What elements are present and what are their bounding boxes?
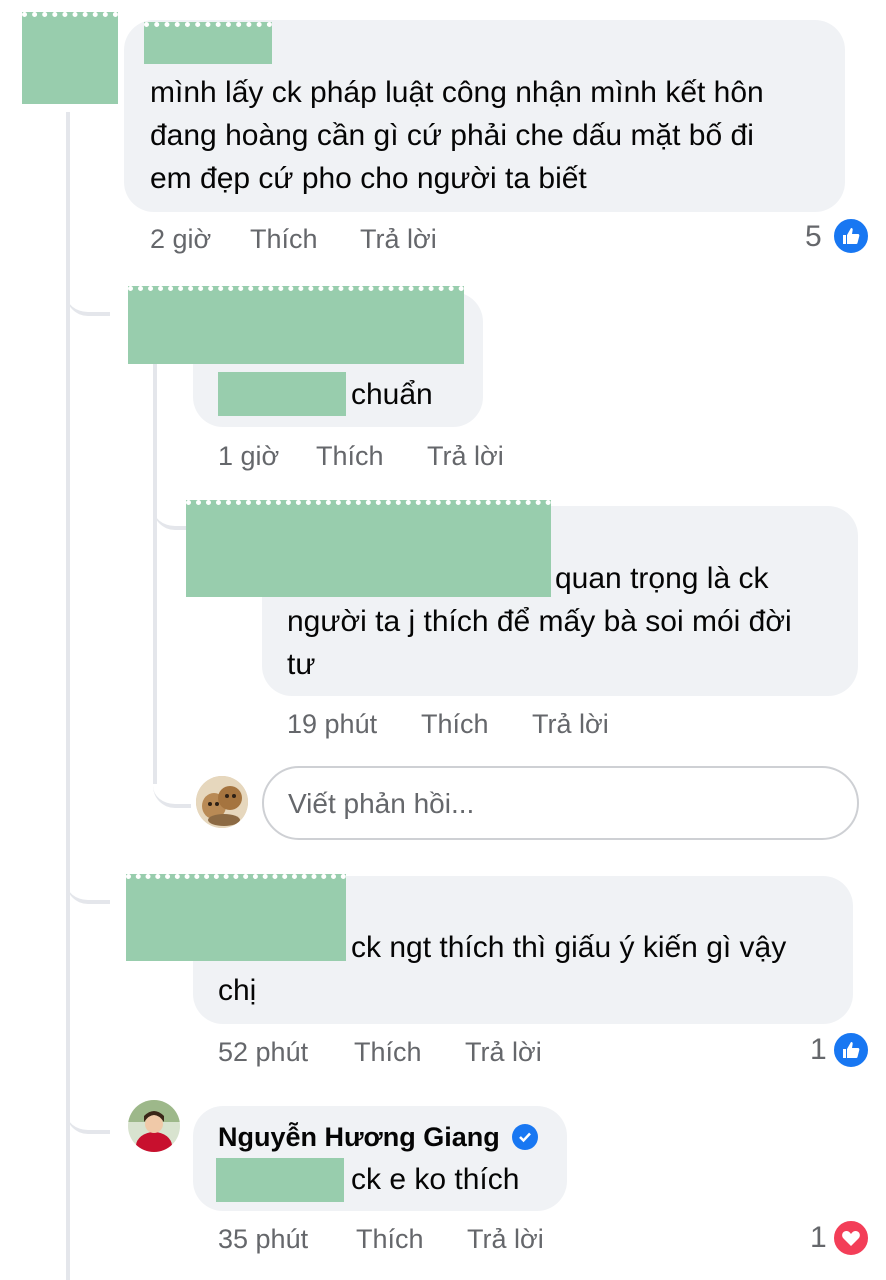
author-name[interactable]: Nguyễn Hương Giang — [218, 1122, 500, 1153]
reply-action[interactable]: Trả lời — [532, 709, 609, 740]
redacted-mention — [216, 1158, 344, 1202]
reply-action[interactable]: Trả lời — [360, 224, 437, 255]
like-icon[interactable] — [831, 216, 871, 256]
reaction-count[interactable]: 1 — [810, 1221, 827, 1255]
thread-elbow — [66, 850, 110, 904]
like-icon[interactable] — [831, 1030, 871, 1070]
reaction-count[interactable]: 1 — [810, 1033, 827, 1067]
redacted-mention — [218, 372, 346, 416]
user-avatar[interactable] — [196, 776, 248, 828]
redacted-avatar — [22, 12, 118, 104]
comment-text: ck e ko thích — [351, 1163, 520, 1196]
reply-action[interactable]: Trả lời — [465, 1037, 542, 1068]
sub-thread-line — [153, 364, 157, 784]
verified-badge-icon — [512, 1124, 538, 1150]
reaction-count[interactable]: 5 — [805, 220, 822, 254]
author-avatar[interactable] — [128, 1100, 180, 1152]
redacted-avatar-and-name — [128, 286, 464, 364]
comment-time[interactable]: 52 phút — [218, 1037, 308, 1068]
comment-time[interactable]: 35 phút — [218, 1224, 308, 1255]
comment-time[interactable]: 19 phút — [287, 709, 377, 740]
like-action[interactable]: Thích — [316, 441, 384, 472]
comment-text: chuẩn — [351, 378, 433, 411]
heart-icon[interactable] — [831, 1218, 871, 1258]
comment-text: ck ngt thích thì giấu ý kiến gì vậy chị — [218, 931, 787, 1007]
redacted-author-name — [144, 22, 272, 64]
like-action[interactable]: Thích — [356, 1224, 424, 1255]
reply-placeholder: Viết phản hồi... — [288, 788, 475, 819]
thread-elbow — [66, 262, 110, 316]
like-action[interactable]: Thích — [354, 1037, 422, 1068]
like-action[interactable]: Thích — [421, 709, 489, 740]
reply-action[interactable]: Trả lời — [427, 441, 504, 472]
comment-time[interactable]: 2 giờ — [150, 224, 211, 255]
thread-elbow — [66, 1080, 110, 1134]
reply-action[interactable]: Trả lời — [467, 1224, 544, 1255]
like-action[interactable]: Thích — [250, 224, 318, 255]
comment-text: quan trọng là ck người ta j thích để mấy… — [287, 562, 792, 681]
reply-input[interactable]: Viết phản hồi... — [262, 766, 859, 840]
sub-thread-elbow — [153, 768, 191, 808]
comment-time[interactable]: 1 giờ — [218, 441, 279, 472]
comment-text: mình lấy ck pháp luật công nhận mình kết… — [150, 76, 764, 195]
